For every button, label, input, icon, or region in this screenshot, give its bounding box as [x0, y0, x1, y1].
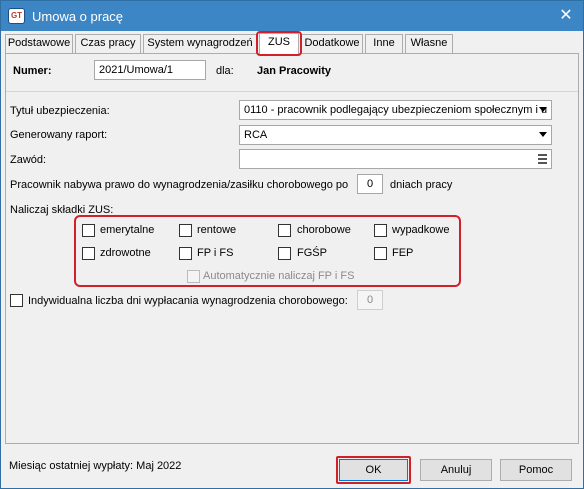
last-payout-label: Miesiąc ostatniej wypłaty: Maj 2022 [9, 460, 182, 472]
chorobowe-suffix: dniach pracy [390, 179, 453, 191]
tab-czas-pracy[interactable]: Czas pracy [75, 34, 141, 53]
tab-zus[interactable]: ZUS [259, 33, 299, 54]
cancel-button[interactable]: Anuluj [420, 459, 492, 481]
chevron-down-icon [539, 107, 547, 112]
tytul-value: 0110 - pracownik podlegający ubezpieczen… [244, 104, 548, 116]
individual-days-label: Indywidualna liczba dni wypłacania wynag… [28, 295, 348, 307]
chorobowe-label: Pracownik nabywa prawo do wynagrodzenia/… [10, 179, 349, 191]
zdrowotne-label: zdrowotne [100, 247, 151, 259]
tytul-dropdown[interactable]: 0110 - pracownik podlegający ubezpieczen… [239, 100, 552, 120]
chorobowe-cb-label: chorobowe [297, 224, 351, 236]
chevron-down-icon [539, 132, 547, 137]
numer-field[interactable]: 2021/Umowa/1 [94, 60, 206, 80]
tab-inne[interactable]: Inne [365, 34, 403, 53]
individual-days-field[interactable]: 0 [357, 290, 383, 310]
raport-value: RCA [244, 129, 268, 141]
title-bar[interactable]: GT Umowa o pracę ✕ [1, 1, 583, 31]
chorobowe-days-field[interactable]: 0 [357, 174, 383, 194]
auto-fp-fs-checkbox[interactable] [187, 270, 200, 283]
chorobowe-checkbox[interactable] [278, 224, 291, 237]
wypadkowe-checkbox[interactable] [374, 224, 387, 237]
emerytalne-label: emerytalne [100, 224, 155, 236]
raport-dropdown[interactable]: RCA [239, 125, 552, 145]
ok-button[interactable]: OK [339, 459, 408, 481]
tytul-label: Tytuł ubezpieczenia: [10, 105, 110, 117]
zawod-label: Zawód: [10, 154, 47, 166]
fep-checkbox[interactable] [374, 247, 387, 260]
header-separator [6, 91, 578, 92]
fep-label: FEP [392, 247, 414, 259]
app-logo-icon: GT [8, 8, 25, 24]
auto-fp-fs-label: Automatycznie naliczaj FP i FS [203, 270, 355, 282]
fp-fs-checkbox[interactable] [179, 247, 192, 260]
fgsp-label: FGŚP [297, 247, 327, 259]
individual-days-checkbox[interactable] [10, 294, 23, 307]
zdrowotne-checkbox[interactable] [82, 247, 95, 260]
tab-dodatkowe[interactable]: Dodatkowe [301, 34, 363, 53]
wypadkowe-label: wypadkowe [392, 224, 450, 236]
rentowe-label: rentowe [197, 224, 237, 236]
list-picker-icon[interactable] [538, 154, 547, 164]
emerytalne-checkbox[interactable] [82, 224, 95, 237]
raport-label: Generowany raport: [10, 129, 108, 141]
tab-system-wynagrodzen[interactable]: System wynagrodzeń [143, 34, 257, 53]
fgsp-checkbox[interactable] [278, 247, 291, 260]
window-title: Umowa o pracę [32, 9, 124, 24]
tab-podstawowe[interactable]: Podstawowe [5, 34, 73, 53]
contract-dialog: GT Umowa o pracę ✕ Podstawowe Czas pracy… [0, 0, 584, 489]
tab-wlasne[interactable]: Własne [405, 34, 453, 53]
dla-label: dla: [216, 65, 234, 77]
zawod-field[interactable] [239, 149, 552, 169]
fp-fs-label: FP i FS [197, 247, 234, 259]
help-button[interactable]: Pomoc [500, 459, 572, 481]
employee-name: Jan Pracowity [257, 65, 331, 77]
rentowe-checkbox[interactable] [179, 224, 192, 237]
close-icon[interactable]: ✕ [557, 7, 575, 25]
numer-label: Numer: [13, 65, 52, 77]
